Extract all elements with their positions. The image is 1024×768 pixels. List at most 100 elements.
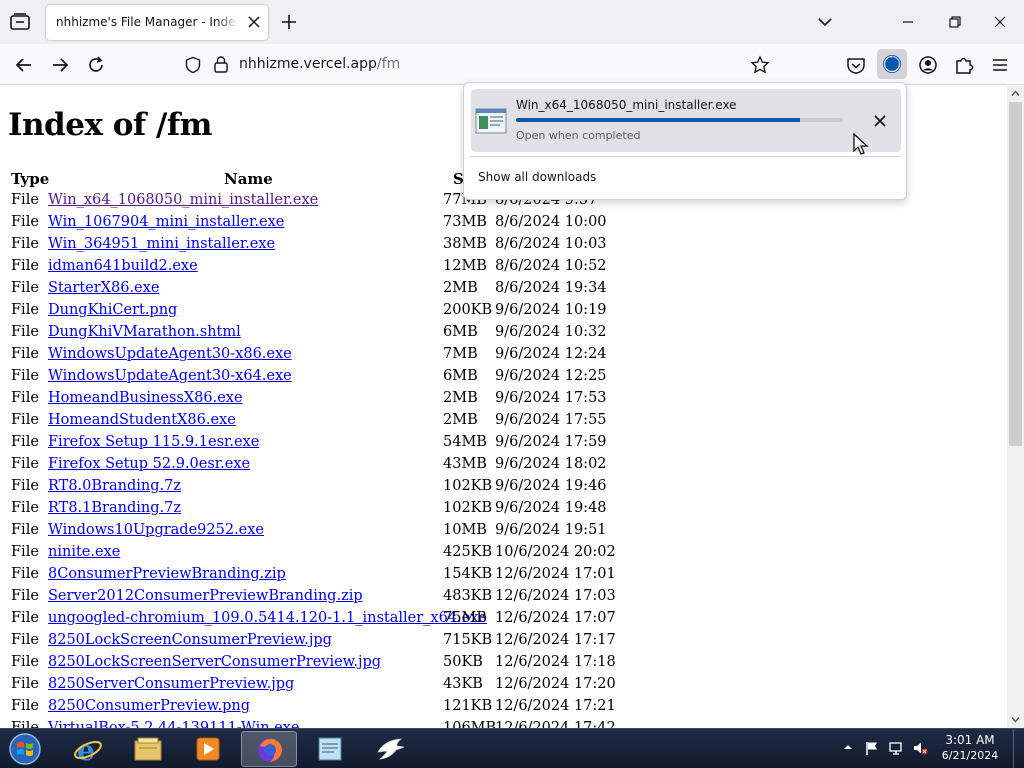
cancel-download-icon[interactable] bbox=[869, 110, 891, 132]
pocket-icon[interactable] bbox=[843, 52, 869, 78]
file-link[interactable]: 8250LockScreenConsumerPreview.jpg bbox=[48, 632, 332, 648]
firefox-view-icon[interactable] bbox=[9, 12, 31, 32]
file-link[interactable]: Firefox Setup 52.9.0esr.exe bbox=[48, 456, 250, 472]
table-row: File VirtualBox-5.2.44-139111-Win.exe 106M… bbox=[0, 720, 1000, 728]
file-link[interactable]: 8ConsumerPreviewBranding.zip bbox=[48, 566, 286, 582]
file-link[interactable]: WindowsUpdateAgent30-x86.exe bbox=[48, 346, 292, 362]
show-all-downloads-button[interactable]: Show all downloads bbox=[478, 170, 596, 184]
file-link[interactable]: DungKhiCert.png bbox=[48, 302, 177, 318]
file-link[interactable]: Win_x64_1068050_mini_installer.exe bbox=[48, 192, 318, 208]
taskbar-media-player[interactable] bbox=[180, 731, 236, 767]
mouse-cursor-icon bbox=[853, 133, 869, 155]
url-text[interactable]: nhhizme.vercel.app/fm bbox=[239, 56, 400, 72]
close-tab-icon[interactable] bbox=[246, 14, 262, 30]
file-link[interactable]: idman641build2.exe bbox=[48, 258, 198, 274]
taskbar-firefox[interactable] bbox=[241, 731, 297, 767]
extensions-puzzle-icon[interactable] bbox=[951, 52, 977, 78]
reload-icon[interactable] bbox=[84, 53, 108, 77]
file-date-cell: 12/6/2024 17:17 bbox=[495, 632, 616, 648]
file-link[interactable]: ninite.exe bbox=[48, 544, 120, 560]
file-link[interactable]: 8250ConsumerPreview.png bbox=[48, 698, 250, 714]
file-link[interactable]: WindowsUpdateAgent30-x64.exe bbox=[48, 368, 292, 384]
file-link[interactable]: Firefox Setup 115.9.1esr.exe bbox=[48, 434, 259, 450]
file-size-cell: 200KB bbox=[443, 302, 493, 318]
taskbar-internet-explorer[interactable]: e bbox=[60, 731, 116, 767]
page-scrollbar[interactable] bbox=[1007, 86, 1024, 728]
file-date-cell: 12/6/2024 17:21 bbox=[495, 698, 616, 714]
file-size-cell: 38MB bbox=[443, 236, 487, 252]
column-header-type: Type bbox=[11, 170, 50, 188]
taskbar-file-explorer[interactable] bbox=[120, 731, 176, 767]
account-icon[interactable] bbox=[915, 52, 941, 78]
scroll-up-arrow-icon[interactable] bbox=[1010, 88, 1021, 99]
table-row: File 8250LockScreenServerConsumerPreview.… bbox=[0, 654, 1000, 676]
active-tab[interactable]: nhhizme's File Manager - Index of /fm bbox=[46, 5, 268, 40]
chevron-down-icon[interactable] bbox=[817, 14, 833, 30]
file-link[interactable]: 8250ServerConsumerPreview.jpg bbox=[48, 676, 294, 692]
file-size-cell: 102KB bbox=[443, 500, 493, 516]
file-link[interactable]: HomeandStudentX86.exe bbox=[48, 412, 236, 428]
file-size-cell: 43MB bbox=[443, 456, 487, 472]
table-row: File RT8.1Branding.7z 102KB 9/6/2024 19:48 bbox=[0, 500, 1000, 522]
bookmark-star-icon[interactable] bbox=[750, 55, 770, 75]
show-hidden-icons-icon[interactable] bbox=[843, 742, 853, 752]
volume-muted-icon[interactable] bbox=[912, 740, 928, 756]
table-row: File RT8.0Branding.7z 102KB 9/6/2024 19:46 bbox=[0, 478, 1000, 500]
table-row: File WindowsUpdateAgent30-x64.exe 6MB 9/6/2… bbox=[0, 368, 1000, 390]
file-type-cell: File bbox=[11, 258, 39, 274]
table-row: File 8250ConsumerPreview.png 121KB 12/6/202… bbox=[0, 698, 1000, 720]
file-size-cell: 43KB bbox=[443, 676, 483, 692]
divider bbox=[469, 156, 901, 157]
forward-icon[interactable] bbox=[48, 53, 72, 77]
file-type-cell: File bbox=[11, 720, 39, 728]
taskbar-eagle-app[interactable] bbox=[363, 731, 419, 767]
back-icon[interactable] bbox=[12, 53, 36, 77]
downloads-button[interactable] bbox=[877, 49, 907, 79]
start-orb-icon[interactable] bbox=[5, 730, 45, 768]
file-link[interactable]: StarterX86.exe bbox=[48, 280, 159, 296]
file-type-cell: File bbox=[11, 192, 39, 208]
minimize-icon[interactable] bbox=[885, 8, 931, 36]
download-status: Open when completed bbox=[516, 129, 641, 142]
action-center-flag-icon[interactable] bbox=[864, 740, 880, 756]
lock-icon[interactable] bbox=[213, 55, 229, 73]
scroll-down-arrow-icon[interactable] bbox=[1010, 714, 1021, 725]
file-link[interactable]: Windows10Upgrade9252.exe bbox=[48, 522, 264, 538]
file-type-cell: File bbox=[11, 698, 39, 714]
show-desktop-button[interactable] bbox=[1013, 729, 1024, 768]
clock-date[interactable]: 6/21/2024 bbox=[938, 749, 1002, 762]
file-link[interactable]: Server2012ConsumerPreviewBranding.zip bbox=[48, 588, 363, 604]
file-link[interactable]: RT8.0Branding.7z bbox=[48, 478, 181, 494]
file-date-cell: 9/6/2024 12:24 bbox=[495, 346, 607, 362]
file-link[interactable]: RT8.1Branding.7z bbox=[48, 500, 181, 516]
file-size-cell: 50KB bbox=[443, 654, 483, 670]
file-link[interactable]: Win_364951_mini_installer.exe bbox=[48, 236, 275, 252]
restore-icon[interactable] bbox=[931, 8, 977, 36]
file-link[interactable]: VirtualBox-5.2.44-139111-Win.exe bbox=[48, 720, 300, 728]
address-bar[interactable]: nhhizme.vercel.app/fm bbox=[176, 48, 784, 81]
file-type-cell: File bbox=[11, 214, 39, 230]
file-size-cell: 54MB bbox=[443, 434, 487, 450]
file-link[interactable]: DungKhiVMarathon.shtml bbox=[48, 324, 241, 340]
file-link[interactable]: HomeandBusinessX86.exe bbox=[48, 390, 243, 406]
taskbar-notepad[interactable] bbox=[302, 731, 358, 767]
network-icon[interactable] bbox=[888, 740, 904, 756]
file-size-cell: 483KB bbox=[443, 588, 493, 604]
download-item[interactable]: Win_x64_1068050_mini_installer.exe Open … bbox=[471, 89, 901, 152]
hamburger-menu-icon[interactable] bbox=[987, 52, 1013, 78]
file-type-cell: File bbox=[11, 324, 39, 340]
navigation-toolbar: nhhizme.vercel.app/fm bbox=[0, 44, 1024, 85]
new-tab-icon[interactable] bbox=[280, 13, 298, 31]
close-window-icon[interactable] bbox=[977, 8, 1023, 36]
file-type-cell: File bbox=[11, 676, 39, 692]
column-header-name: Name bbox=[224, 170, 273, 188]
installer-file-icon bbox=[475, 108, 507, 134]
file-link[interactable]: ungoogled-chromium_109.0.5414.120-1.1_in… bbox=[48, 610, 487, 626]
file-link[interactable]: Win_1067904_mini_installer.exe bbox=[48, 214, 284, 230]
scrollbar-thumb[interactable] bbox=[1009, 102, 1022, 446]
file-date-cell: 9/6/2024 19:48 bbox=[495, 500, 607, 516]
tracking-protection-shield-icon[interactable] bbox=[184, 56, 202, 74]
clock-time[interactable]: 3:01 AM bbox=[942, 733, 998, 747]
file-link[interactable]: 8250LockScreenServerConsumerPreview.jpg bbox=[48, 654, 381, 670]
table-row: File 8250LockScreenConsumerPreview.jpg 715… bbox=[0, 632, 1000, 654]
